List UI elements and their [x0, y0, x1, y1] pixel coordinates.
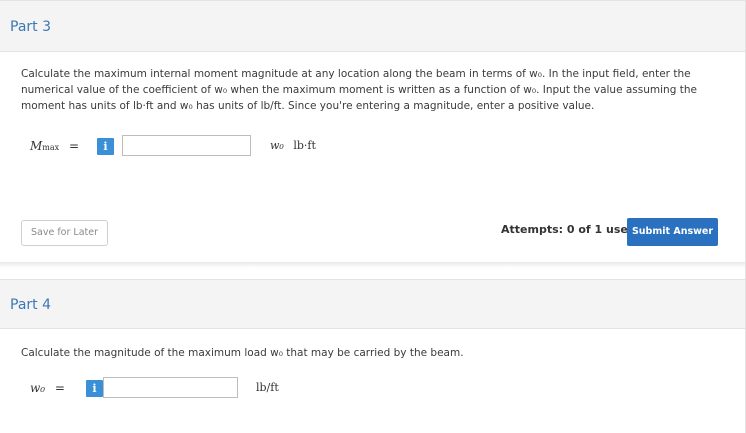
save-for-later-button[interactable]: Save for Later — [21, 220, 108, 246]
part3-header: Part 3 — [0, 0, 746, 52]
part3-title: Part 3 — [10, 19, 51, 35]
info-icon[interactable]: i — [86, 380, 103, 397]
submit-answer-button[interactable]: Submit Answer — [627, 218, 718, 246]
part4-header: Part 4 — [0, 279, 746, 329]
w0-answer-input[interactable] — [103, 377, 238, 398]
attempts-counter: Attempts: 0 of 1 used — [501, 223, 636, 236]
mmax-answer-input[interactable] — [122, 135, 251, 156]
w0-label: w₀ = — [30, 381, 65, 395]
w0-units: lb/ft — [256, 381, 279, 394]
part4-instructions: Calculate the magnitude of the maximum l… — [21, 347, 464, 359]
info-icon[interactable]: i — [97, 138, 114, 155]
mmax-label: Mmax = — [30, 139, 80, 153]
part4-title: Part 4 — [10, 297, 51, 313]
section-divider — [0, 262, 746, 268]
part3-instructions: Calculate the maximum internal moment ma… — [21, 68, 697, 112]
mmax-units: w₀ lb·ft — [270, 139, 316, 152]
